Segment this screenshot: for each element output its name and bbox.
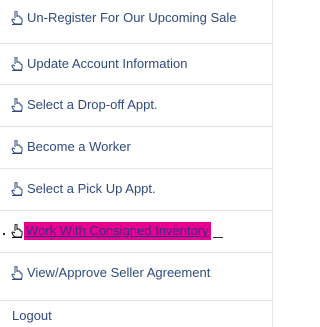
hand-pointer-icon <box>11 11 23 25</box>
menu-item-label: Become a Worker <box>27 139 131 154</box>
menu-item-unregister-sale[interactable]: Un-Register For Our Upcoming Sale <box>0 0 272 41</box>
menu-item-label: Update Account Information <box>27 56 188 71</box>
menu-item-label: Select a Pick Up Appt. <box>27 181 156 196</box>
menu-item-label: Un-Register For Our Upcoming Sale <box>27 10 237 25</box>
hand-pointer-icon <box>11 140 23 154</box>
logout-link[interactable]: Logout <box>0 300 272 327</box>
menu-item-label: View/Approve Seller Agreement <box>27 265 211 280</box>
menu-item-consigned-inventory[interactable]: Work With Consigned Inventory <box>0 210 272 251</box>
hand-pointer-icon <box>11 224 23 238</box>
menu-item-pickup-appt[interactable]: Select a Pick Up Appt. <box>0 168 272 209</box>
menu-item-become-worker[interactable]: Become a Worker <box>0 126 272 167</box>
logout-label: Logout <box>12 308 52 323</box>
hand-pointer-icon <box>11 98 23 112</box>
menu-item-dropoff-appt[interactable]: Select a Drop-off Appt. <box>0 84 272 125</box>
menu-item-seller-agreement[interactable]: View/Approve Seller Agreement <box>0 252 272 293</box>
menu-item-label: Work With Consigned Inventory <box>24 222 211 240</box>
hand-pointer-icon <box>11 182 23 196</box>
hand-pointer-icon <box>11 266 23 280</box>
cursor-dot <box>3 233 5 235</box>
menu-item-label: Select a Drop-off Appt. <box>27 97 158 112</box>
account-menu: Un-Register For Our Upcoming Sale Update… <box>0 0 273 327</box>
hand-pointer-icon <box>11 57 23 71</box>
text-cursor-mark <box>212 236 223 238</box>
menu-item-update-account[interactable]: Update Account Information <box>0 43 272 84</box>
